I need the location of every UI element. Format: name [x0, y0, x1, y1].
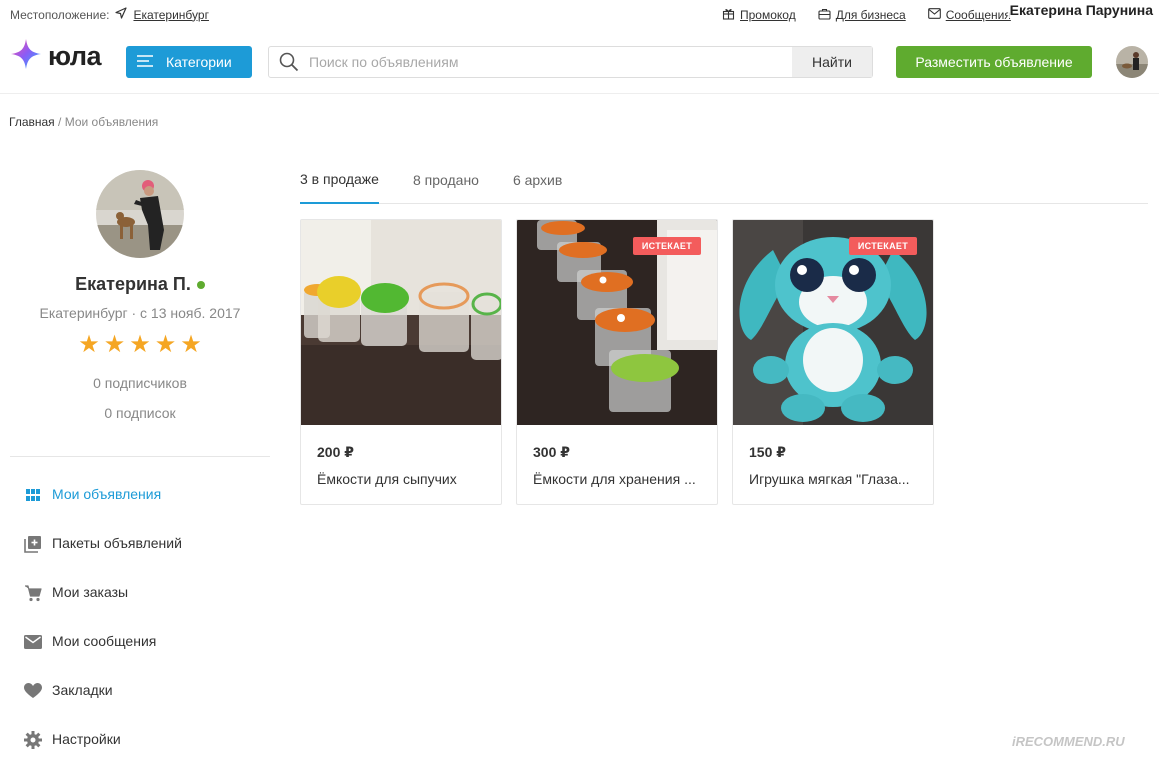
followers-count[interactable]: 0 подписчиков — [10, 375, 270, 391]
sidebar-item-ad-packages[interactable]: Пакеты объявлений — [24, 529, 182, 578]
header: юла Категории Поиск по объявлениям Найти… — [0, 28, 1159, 94]
sidebar-item-bookmarks[interactable]: Закладки — [24, 676, 182, 725]
expiring-badge: ИСТЕКАЕТ — [848, 237, 917, 255]
search-icon — [269, 52, 309, 72]
grid-icon — [24, 486, 42, 504]
username-overlay: Екатерина Парунина — [1007, 2, 1155, 18]
heart-icon — [24, 682, 42, 700]
breadcrumb-home[interactable]: Главная — [9, 115, 55, 129]
post-ad-button[interactable]: Разместить объявление — [896, 46, 1092, 78]
breadcrumb-separator: / — [54, 115, 65, 129]
hamburger-icon — [136, 54, 154, 71]
messages-link[interactable]: Сообщения — [927, 7, 1011, 23]
search-input[interactable]: Поиск по объявлениям — [309, 54, 792, 70]
sidebar-item-label: Мои объявления — [52, 486, 162, 502]
listing-title: Ёмкости для сыпучих — [317, 471, 457, 487]
listing-price: 300 ₽ — [533, 444, 570, 460]
logo-text: юла — [48, 41, 102, 71]
envelope-icon — [24, 633, 42, 651]
star-logo-icon — [10, 38, 42, 75]
listing-price: 200 ₽ — [317, 444, 354, 460]
profile-name-row: Екатерина П. — [10, 274, 270, 295]
profile-card: Екатерина П. Екатеринбург · с 13 нояб. 2… — [10, 170, 270, 421]
listing-title: Игрушка мягкая "Глаза... — [749, 471, 910, 487]
promocode-link[interactable]: Промокод — [722, 7, 796, 23]
star-icon: ★ — [129, 331, 151, 358]
profile-meta: Екатеринбург · с 13 нояб. 2017 — [39, 305, 241, 321]
star-icon: ★ — [103, 331, 126, 358]
gear-icon — [24, 731, 42, 749]
categories-button[interactable]: Категории — [126, 46, 252, 78]
top-bar: Местоположение: Екатеринбург Промокод Дл… — [0, 0, 1159, 28]
listing-photo: ИСТЕКАЕТ — [733, 220, 933, 425]
search-button[interactable]: Найти — [792, 47, 872, 77]
stack-plus-icon — [24, 535, 42, 553]
listing-title: Ёмкости для хранения ... — [533, 471, 696, 487]
logo[interactable]: юла — [10, 38, 102, 75]
sidebar-item-label: Закладки — [52, 682, 113, 698]
tab-on-sale[interactable]: 3 в продаже — [300, 164, 379, 204]
rating-stars: ★ ★ ★ ★ ★ — [10, 333, 270, 357]
sidebar-item-my-messages[interactable]: Мои сообщения — [24, 627, 182, 676]
sidebar-item-label: Настройки — [52, 731, 121, 747]
star-icon: ★ — [180, 331, 202, 358]
briefcase-icon — [818, 8, 831, 23]
business-link[interactable]: Для бизнеса — [818, 7, 906, 23]
sidebar-menu: Мои объявления Пакеты объявлений Мои зак… — [24, 480, 182, 766]
gift-icon — [722, 7, 735, 23]
breadcrumb: Главная / Мои объявления — [9, 115, 158, 129]
sidebar-item-label: Мои сообщения — [52, 633, 157, 649]
sidebar-item-my-orders[interactable]: Мои заказы — [24, 578, 182, 627]
tab-archive[interactable]: 6 архив — [513, 164, 562, 204]
listing-price: 150 ₽ — [749, 444, 786, 460]
location-label: Местоположение: — [10, 7, 110, 22]
listing-card[interactable]: ИСТЕКАЕТ 300 ₽ Ёмкости для хранения ... — [516, 219, 718, 505]
breadcrumb-current: Мои объявления — [64, 115, 159, 129]
listing-photo: ИСТЕКАЕТ — [517, 220, 717, 425]
categories-label: Категории — [166, 54, 232, 70]
sidebar-item-my-ads[interactable]: Мои объявления — [24, 480, 182, 529]
envelope-icon — [927, 8, 941, 22]
navigation-arrow-icon — [115, 7, 128, 22]
location: Местоположение: Екатеринбург — [10, 7, 209, 22]
city-link[interactable]: Екатеринбург — [133, 8, 209, 22]
top-links: Промокод Для бизнеса Сообщения — [722, 7, 1011, 23]
listing-tabs: 3 в продаже 8 продано 6 архив — [300, 164, 1148, 204]
star-icon: ★ — [78, 331, 100, 358]
user-avatar[interactable] — [1116, 46, 1148, 78]
sidebar-item-label: Пакеты объявлений — [52, 535, 182, 551]
search-bar: Поиск по объявлениям Найти — [268, 46, 873, 78]
online-status-dot — [196, 280, 205, 289]
profile-divider — [10, 456, 270, 457]
cart-icon — [24, 584, 42, 602]
profile-name: Екатерина П. — [75, 274, 191, 294]
listing-photo — [301, 220, 501, 425]
listing-card[interactable]: ИСТЕКАЕТ 150 ₽ Игрушка мягкая "Глаза... — [732, 219, 934, 505]
messages-label: Сообщения — [945, 8, 1011, 22]
following-count[interactable]: 0 подписок — [10, 405, 270, 421]
sidebar-item-settings[interactable]: Настройки — [24, 725, 182, 766]
tab-sold[interactable]: 8 продано — [413, 164, 479, 204]
promocode-label: Промокод — [740, 8, 796, 22]
profile-avatar — [96, 170, 184, 258]
sidebar-item-label: Мои заказы — [52, 584, 129, 600]
star-icon: ★ — [154, 331, 177, 358]
listing-card[interactable]: 200 ₽ Ёмкости для сыпучих — [300, 219, 502, 505]
watermark: iRECOMMEND.RU — [1012, 734, 1125, 749]
expiring-badge: ИСТЕКАЕТ — [632, 237, 701, 255]
business-label: Для бизнеса — [835, 8, 906, 22]
listing-grid: 200 ₽ Ёмкости для сыпучих ИСТЕКАЕТ 300 ₽… — [300, 219, 934, 505]
